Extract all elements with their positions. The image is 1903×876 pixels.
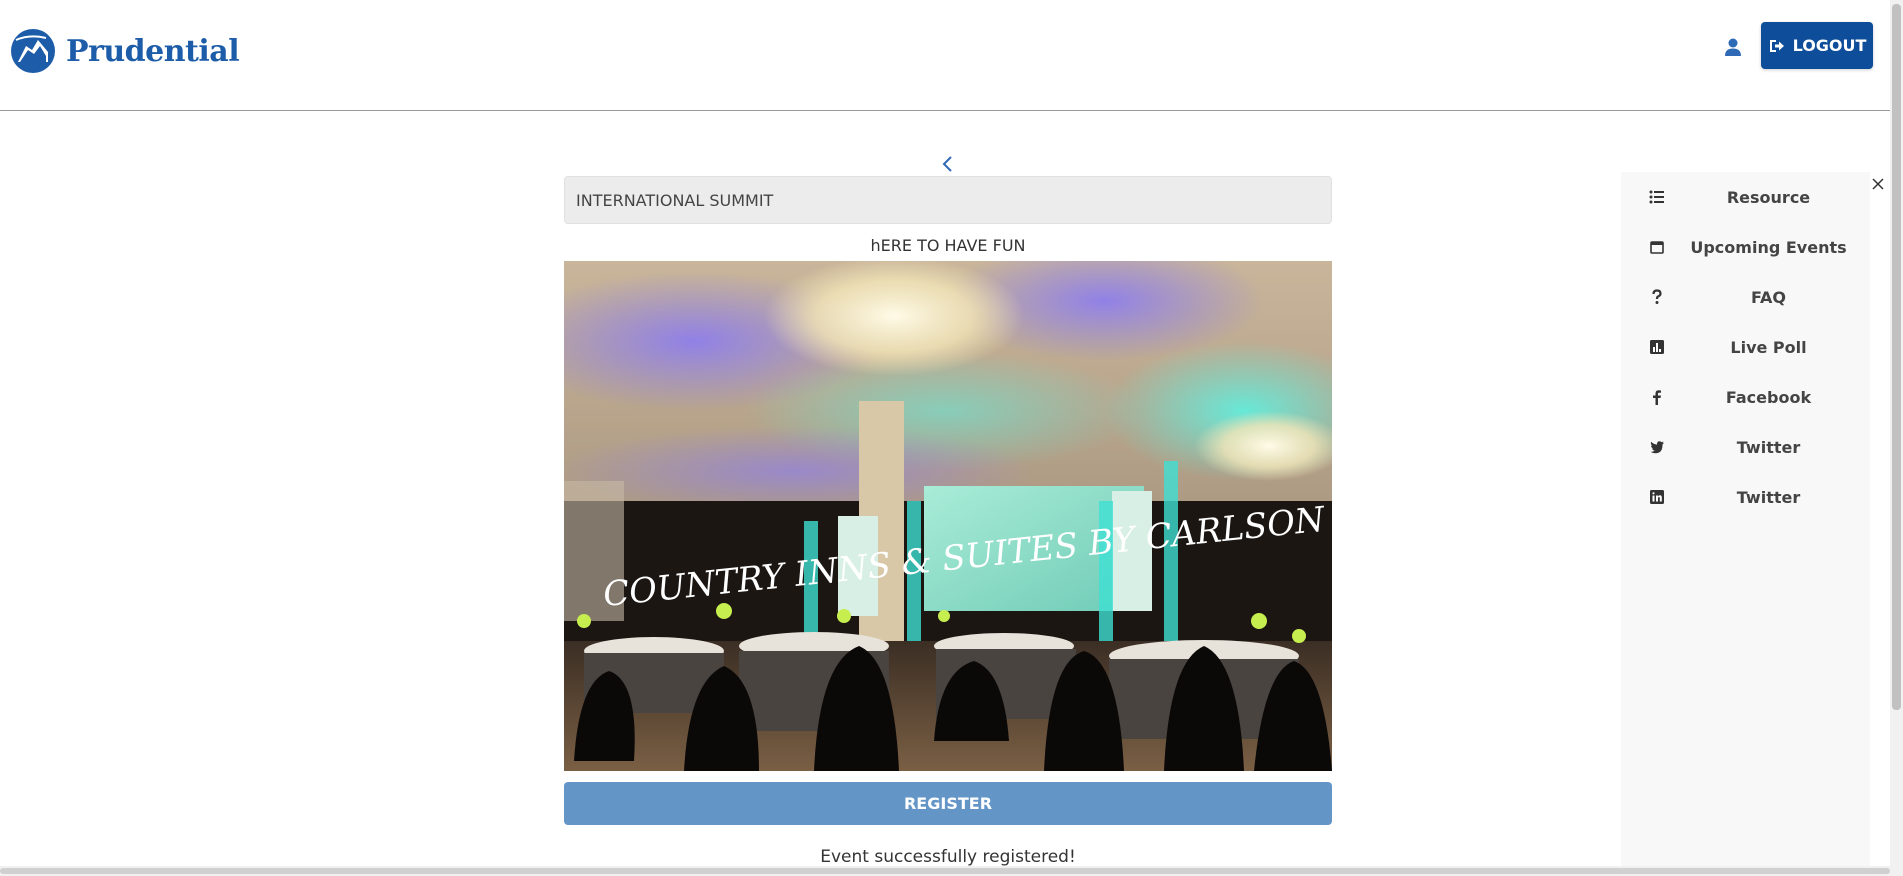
sidebar-item-label: Resource: [1726, 187, 1811, 207]
sidebar-item-live-poll[interactable]: Live Poll: [1621, 332, 1870, 362]
sidebar-item-label: Facebook: [1725, 387, 1812, 407]
vertical-scrollbar[interactable]: [1890, 0, 1903, 876]
logout-label: LOGOUT: [1792, 36, 1867, 55]
horizontal-scrollbar-thumb[interactable]: [0, 868, 1890, 874]
sidebar-item-facebook[interactable]: Facebook: [1621, 382, 1870, 412]
user-icon: [1725, 38, 1741, 56]
sidebar-item-label: Twitter: [1736, 487, 1801, 507]
prudential-logo[interactable]: Prudential: [10, 28, 240, 74]
sidebar-item-label: Upcoming Events: [1690, 237, 1847, 257]
sidebar-item-faq[interactable]: FAQ: [1621, 282, 1870, 312]
event-banner-image: COUNTRY INNS & SUITES BY CARLSON Awards: [564, 261, 1332, 771]
sidebar-item-label: FAQ: [1750, 287, 1787, 307]
chevron-left-icon: [942, 156, 952, 172]
rock-logo-icon: [11, 29, 55, 73]
event-title-field: INTERNATIONAL SUMMIT: [564, 176, 1332, 224]
close-sidebar-button[interactable]: [1870, 176, 1886, 192]
sidebar-item-twitter[interactable]: Twitter: [1621, 432, 1870, 462]
facebook-icon: [1648, 388, 1666, 406]
logout-button[interactable]: LOGOUT: [1761, 22, 1873, 69]
list-icon: [1648, 188, 1666, 206]
poll-icon: [1648, 338, 1666, 356]
back-button[interactable]: [938, 154, 958, 174]
user-profile-button[interactable]: [1722, 36, 1744, 58]
sidebar-item-upcoming-events[interactable]: Upcoming Events: [1621, 232, 1870, 262]
question-icon: [1648, 288, 1666, 306]
sidebar-item-label: Live Poll: [1730, 337, 1807, 357]
sidebar-item-resource[interactable]: Resource: [1621, 182, 1870, 212]
linkedin-icon: [1648, 488, 1666, 506]
logo-text: Prudential: [66, 33, 240, 69]
event-sidebar: Resource Upcoming Events FAQ Live Poll F…: [1621, 172, 1870, 876]
sign-out-icon: [1769, 39, 1784, 52]
event-subtitle: hERE TO HAVE FUN: [870, 236, 1026, 255]
close-icon: [1872, 178, 1884, 190]
horizontal-scrollbar[interactable]: [0, 866, 1890, 876]
sidebar-item-label: Twitter: [1736, 437, 1801, 457]
twitter-icon: [1648, 438, 1666, 456]
calendar-icon: [1648, 238, 1666, 256]
sidebar-item-linkedin[interactable]: Twitter: [1621, 482, 1870, 512]
register-button[interactable]: REGISTER: [564, 782, 1332, 825]
vertical-scrollbar-thumb[interactable]: [1892, 4, 1901, 710]
registration-status-message: Event successfully registered!: [820, 847, 1076, 867]
top-header: Prudential LOGOUT: [0, 0, 1890, 111]
